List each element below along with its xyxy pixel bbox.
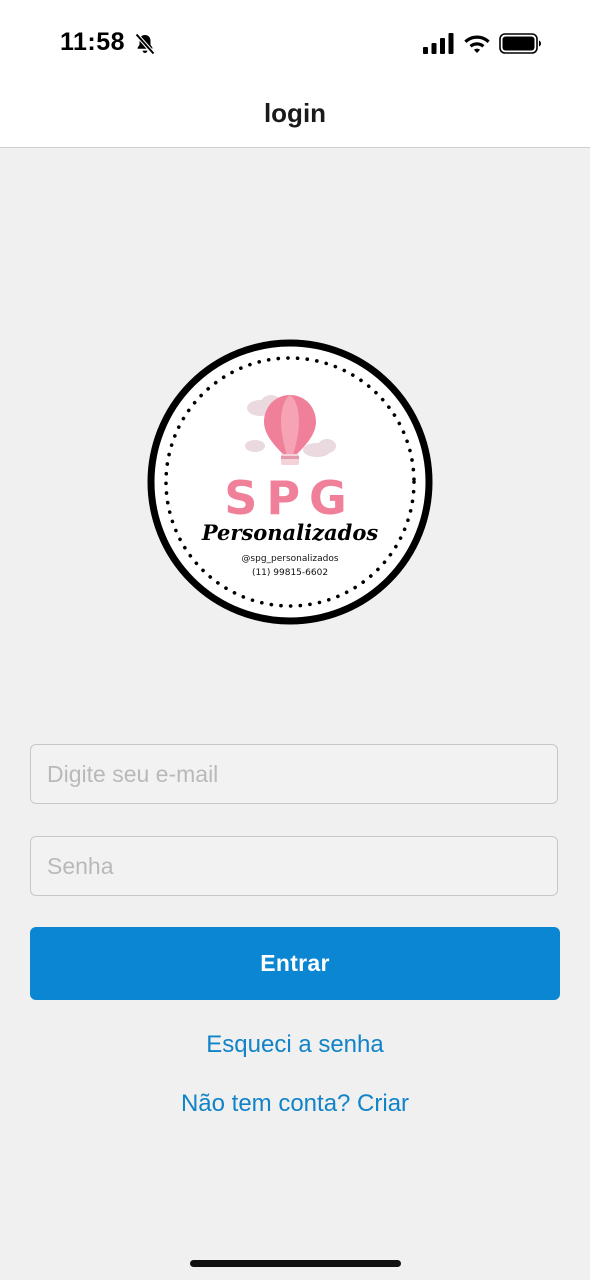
spg-logo: SPG Personalizados @spg_personalizados (… xyxy=(147,339,433,625)
logo-phone: (11) 99815-6602 xyxy=(252,568,328,578)
password-field-container xyxy=(30,836,558,896)
password-input[interactable] xyxy=(31,837,557,895)
signup-link[interactable]: Não tem conta? Criar xyxy=(0,1090,590,1118)
forgot-password-link[interactable]: Esqueci a senha xyxy=(0,1031,590,1059)
logo-name: Personalizados xyxy=(201,520,379,545)
logo-handle: @spg_personalizados xyxy=(241,554,338,564)
page-title: login xyxy=(263,98,327,128)
bell-slash-icon xyxy=(135,33,155,55)
email-input[interactable] xyxy=(31,745,557,803)
status-bar: 11:58 xyxy=(0,0,590,80)
status-time: 11:58 xyxy=(60,28,126,56)
wifi-icon xyxy=(464,35,490,53)
email-field-container xyxy=(30,744,558,804)
signal-icon xyxy=(423,33,454,54)
home-indicator xyxy=(190,1260,401,1267)
logo-brand: SPG xyxy=(224,471,356,525)
nav-header: login xyxy=(0,80,590,148)
battery-icon xyxy=(499,33,541,54)
login-button[interactable]: Entrar xyxy=(30,927,560,1000)
